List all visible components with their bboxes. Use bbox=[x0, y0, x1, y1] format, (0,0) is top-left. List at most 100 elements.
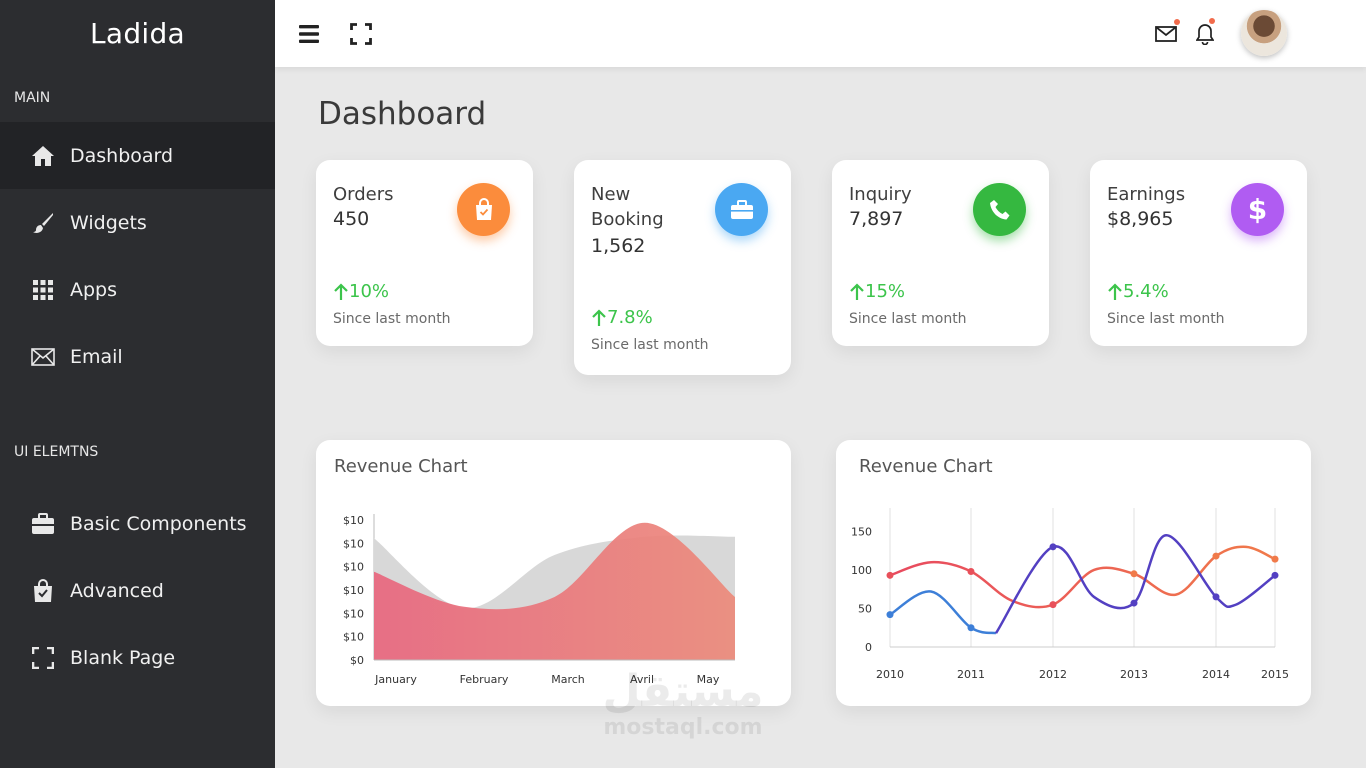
envelope-icon bbox=[31, 345, 55, 369]
dollar-icon: $ bbox=[1231, 183, 1284, 236]
data-point bbox=[1130, 570, 1138, 578]
shopping-bag-icon bbox=[457, 183, 510, 236]
line-series-blue bbox=[889, 590, 997, 635]
stat-title: Earnings bbox=[1107, 184, 1186, 205]
grid-icon bbox=[31, 278, 55, 302]
sidebar-item-apps[interactable]: Apps bbox=[0, 256, 275, 323]
stat-since: Since last month bbox=[591, 337, 709, 353]
stat-card-new-booking: New Booking 1,562 7.8% Since last month bbox=[574, 160, 791, 375]
sidebar-item-label: Basic Components bbox=[70, 512, 247, 535]
brand-logo[interactable]: Ladida bbox=[0, 0, 275, 67]
stat-label: New Booking 1,562 bbox=[591, 182, 691, 259]
data-point bbox=[886, 571, 894, 579]
home-icon bbox=[31, 144, 55, 168]
stat-since: Since last month bbox=[333, 311, 451, 327]
data-point bbox=[1271, 555, 1279, 563]
data-point bbox=[1130, 599, 1138, 607]
stat-change: 15% bbox=[849, 281, 905, 302]
stat-change: 7.8% bbox=[591, 307, 653, 328]
page-title: Dashboard bbox=[318, 96, 487, 132]
brush-icon bbox=[31, 211, 55, 235]
hamburger-icon[interactable] bbox=[297, 22, 321, 46]
topbar bbox=[275, 0, 1366, 67]
stat-title: Inquiry bbox=[849, 184, 912, 205]
stat-title: Orders bbox=[333, 184, 394, 205]
stat-since: Since last month bbox=[1107, 311, 1225, 327]
x-tick-label: 2010 bbox=[876, 668, 904, 681]
section-label-main: MAIN bbox=[14, 90, 51, 106]
stat-value: 1,562 bbox=[591, 235, 646, 257]
sidebar-item-label: Advanced bbox=[70, 579, 164, 602]
arrow-up-icon bbox=[592, 308, 606, 326]
fullscreen-icon[interactable] bbox=[349, 22, 373, 46]
phone-icon bbox=[973, 183, 1026, 236]
y-tick-label: $10 bbox=[343, 514, 364, 527]
x-tick-label: January bbox=[374, 673, 417, 686]
sidebar-item-basic-components[interactable]: Basic Components bbox=[0, 490, 275, 557]
stat-since: Since last month bbox=[849, 311, 967, 327]
x-tick-label: 2015 bbox=[1261, 668, 1289, 681]
y-tick-label: 0 bbox=[865, 641, 872, 654]
sidebar-item-dashboard[interactable]: Dashboard bbox=[0, 122, 275, 189]
data-point bbox=[967, 567, 975, 575]
arrow-up-icon bbox=[1108, 282, 1122, 300]
sidebar-item-label: Dashboard bbox=[70, 144, 174, 167]
arrow-up-icon bbox=[334, 282, 348, 300]
watermark: مستقل mostaql.com bbox=[602, 666, 764, 740]
bag-icon bbox=[31, 578, 55, 603]
section-label-ui: UI ELEMTNS bbox=[14, 444, 99, 460]
mail-icon[interactable] bbox=[1154, 22, 1178, 46]
briefcase-icon bbox=[715, 183, 768, 236]
bell-notification-dot bbox=[1209, 18, 1215, 24]
y-tick-label: $0 bbox=[350, 654, 364, 667]
stat-value: $8,965 bbox=[1107, 208, 1174, 230]
y-tick-label: $10 bbox=[343, 584, 364, 597]
x-tick-label: March bbox=[551, 673, 585, 686]
x-tick-label: 2013 bbox=[1120, 668, 1148, 681]
sidebar-item-blank-page[interactable]: Blank Page bbox=[0, 624, 275, 691]
x-tick-label: 2012 bbox=[1039, 668, 1067, 681]
sidebar-item-advanced[interactable]: Advanced bbox=[0, 557, 275, 624]
stat-card-earnings: Earnings $8,965 $ 5.4% Since last month bbox=[1090, 160, 1307, 346]
data-point bbox=[1212, 593, 1220, 601]
sidebar-item-label: Email bbox=[70, 345, 123, 368]
stat-card-inquiry: Inquiry 7,897 15% Since last month bbox=[832, 160, 1049, 346]
data-point bbox=[967, 624, 975, 632]
y-tick-label: $10 bbox=[343, 607, 364, 620]
line-series-purple bbox=[994, 534, 1276, 634]
stat-change: 10% bbox=[333, 281, 389, 302]
y-tick-label: 50 bbox=[858, 602, 872, 615]
data-point bbox=[1049, 543, 1057, 551]
stat-title: New Booking bbox=[591, 184, 664, 230]
sidebar-item-label: Apps bbox=[70, 278, 118, 301]
sidebar-item-label: Widgets bbox=[70, 211, 147, 234]
stat-card-orders: Orders 450 10% Since last month bbox=[316, 160, 533, 346]
sidebar-item-label: Blank Page bbox=[70, 646, 176, 669]
x-tick-label: February bbox=[460, 673, 509, 686]
y-tick-label: 150 bbox=[851, 525, 872, 538]
data-point bbox=[886, 611, 894, 619]
y-tick-label: $10 bbox=[343, 561, 364, 574]
stat-label: Inquiry 7,897 bbox=[849, 182, 969, 232]
sidebar: Ladida MAIN Dashboard Widgets Apps Email… bbox=[0, 0, 275, 768]
sidebar-item-email[interactable]: Email bbox=[0, 323, 275, 390]
line-chart: 0 50 100 150 2010 2011 2012 2013 2014 2015 bbox=[851, 508, 1289, 681]
data-point bbox=[1049, 601, 1057, 609]
bell-icon[interactable] bbox=[1193, 22, 1217, 46]
mail-notification-dot bbox=[1174, 19, 1180, 25]
y-tick-label: $10 bbox=[343, 631, 364, 644]
y-tick-label: 100 bbox=[851, 564, 872, 577]
stat-change: 5.4% bbox=[1107, 281, 1169, 302]
stat-label: Earnings $8,965 bbox=[1107, 182, 1227, 232]
y-tick-label: $10 bbox=[343, 537, 364, 550]
revenue-chart-line-card: Revenue Chart 0 50 100 150 2010 2011 2012 2013 2… bbox=[836, 440, 1311, 706]
stat-value: 7,897 bbox=[849, 208, 904, 230]
arrow-up-icon bbox=[850, 282, 864, 300]
data-point bbox=[1212, 552, 1220, 560]
data-point bbox=[1271, 571, 1279, 579]
sidebar-item-widgets[interactable]: Widgets bbox=[0, 189, 275, 256]
stat-label: Orders 450 bbox=[333, 182, 453, 232]
x-tick-label: 2014 bbox=[1202, 668, 1230, 681]
avatar[interactable] bbox=[1241, 10, 1287, 56]
expand-icon bbox=[31, 646, 55, 670]
